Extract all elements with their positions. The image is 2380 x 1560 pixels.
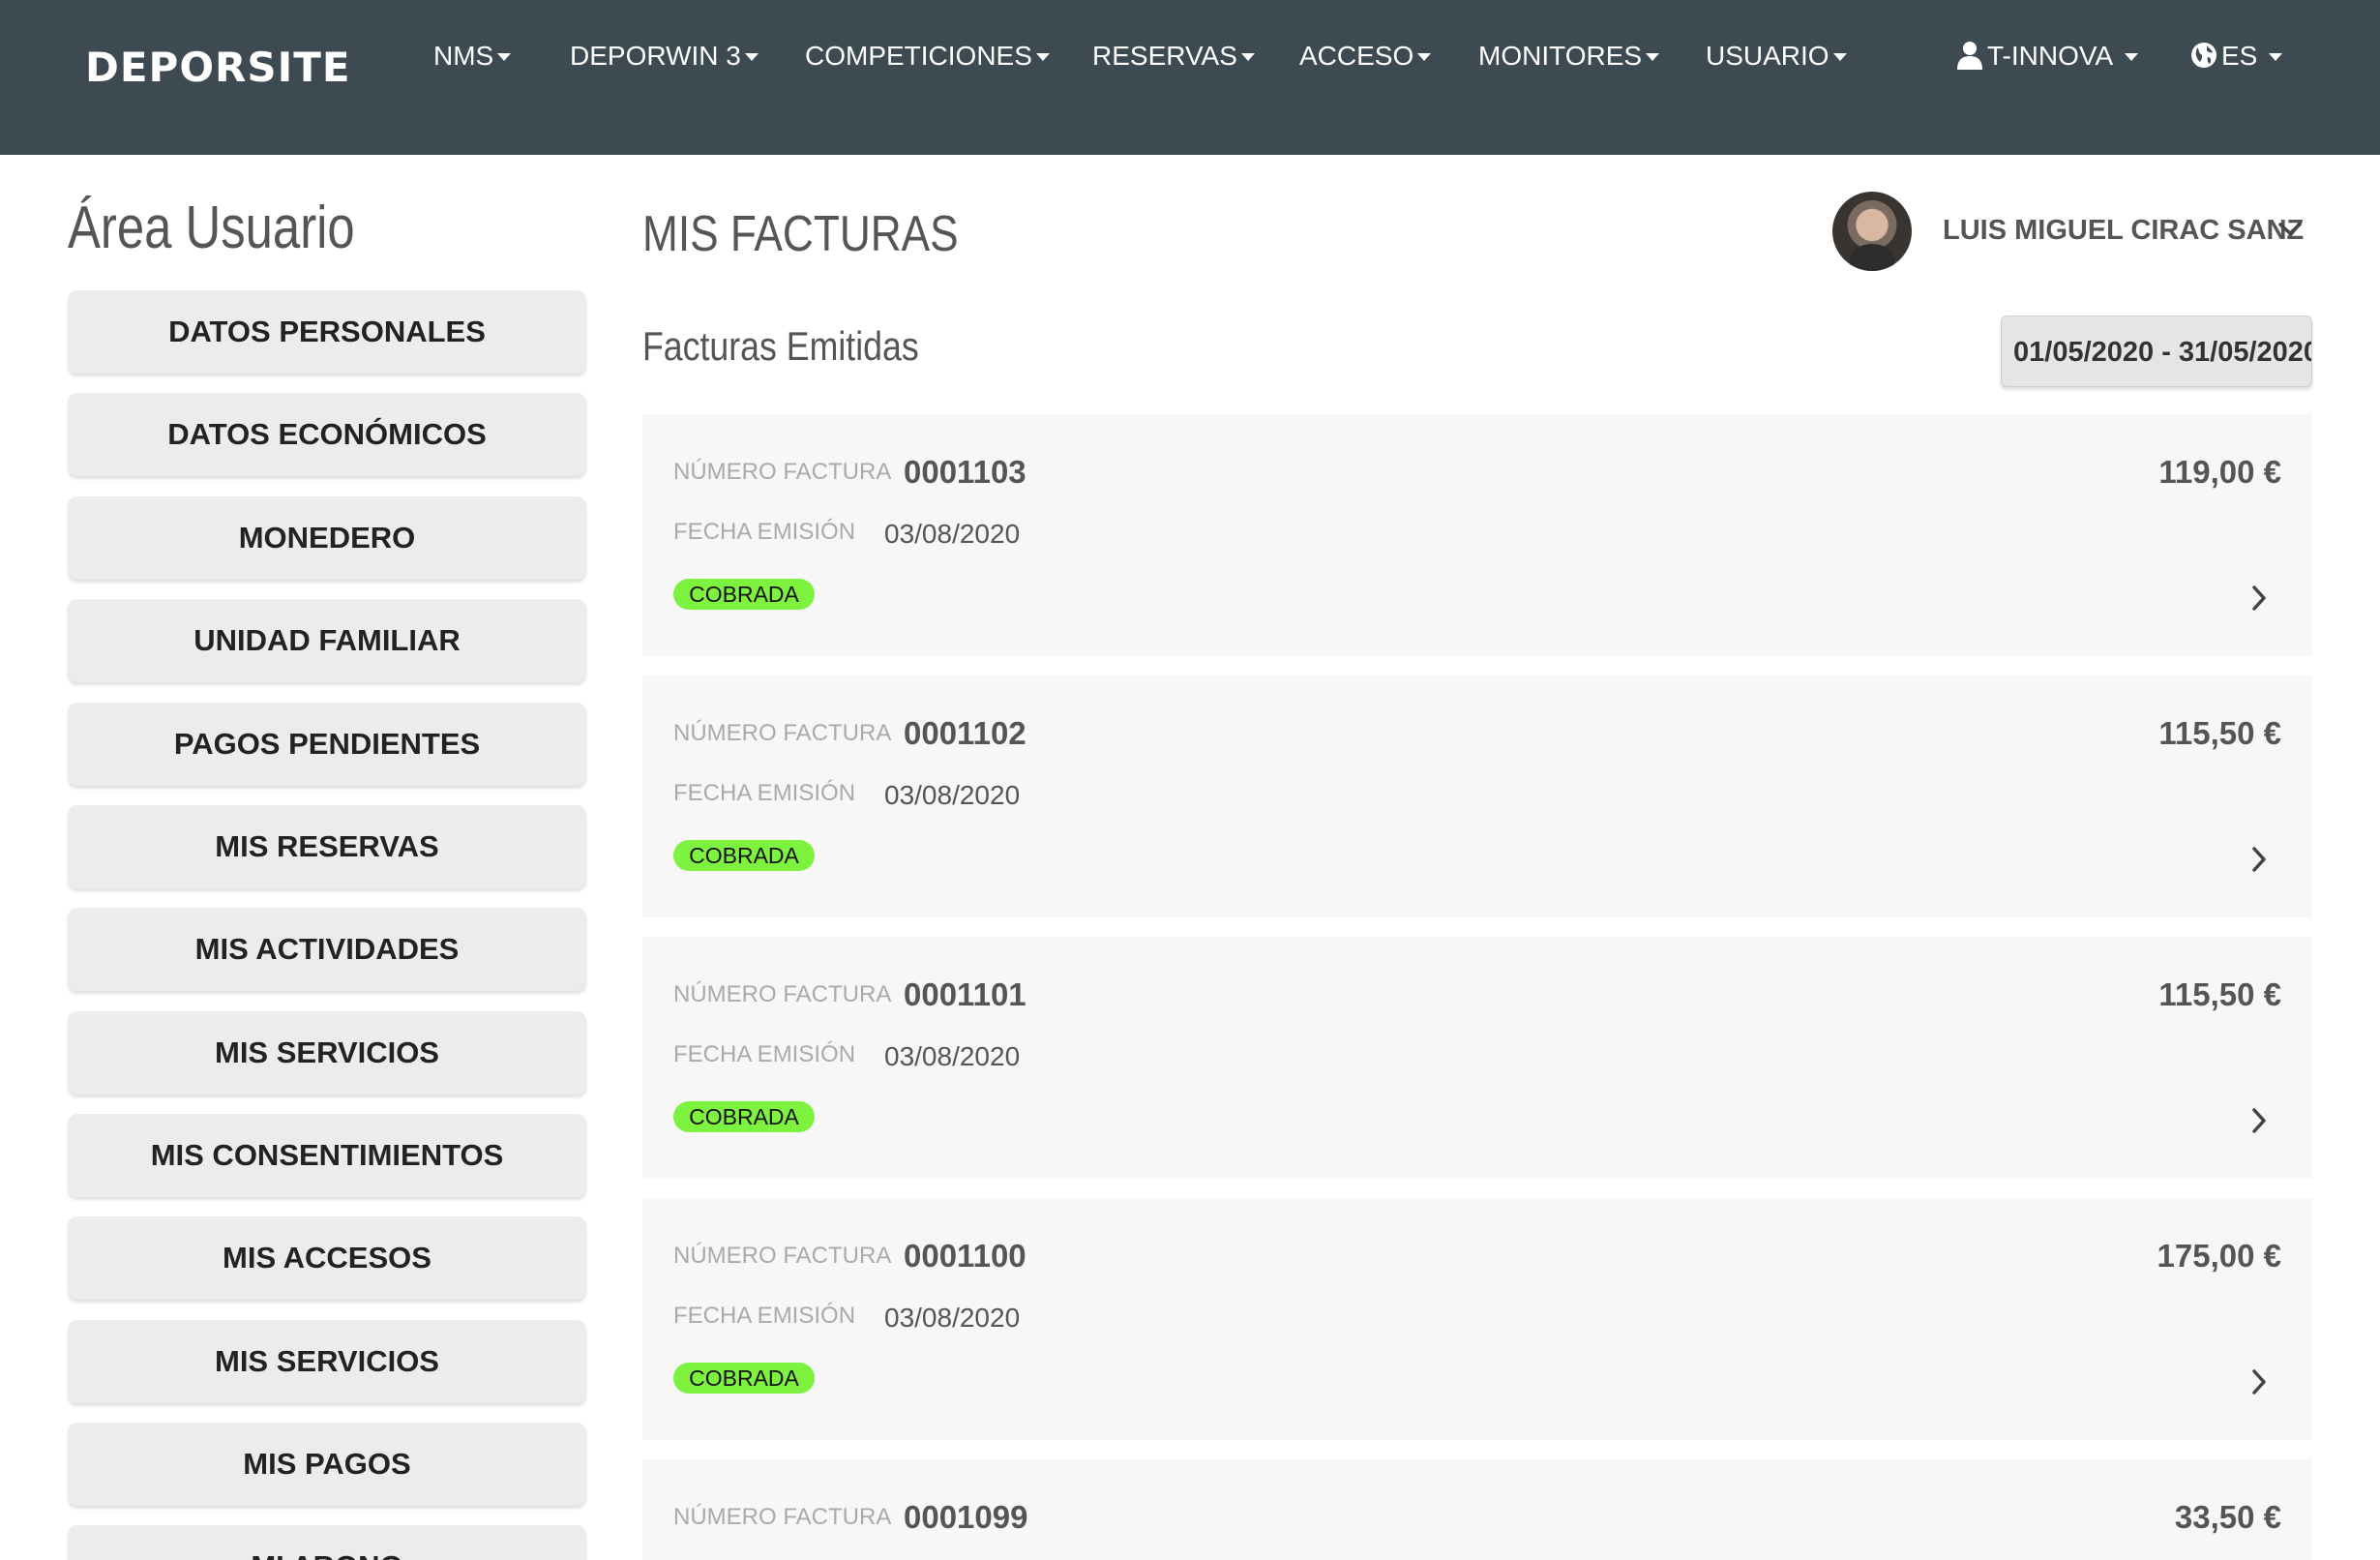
invoice-card[interactable]: NÚMERO FACTURA 0001103 FECHA EMISIÓN 03/… (642, 414, 2312, 656)
avatar (1832, 192, 1912, 271)
caret-down-icon (1832, 52, 1847, 61)
nav-menu-label: COMPETICIONES (805, 41, 1032, 71)
caret-down-icon (1035, 52, 1050, 61)
status-badge: COBRADA (673, 1363, 815, 1394)
brand-logo[interactable]: DEPORSITE (85, 43, 351, 93)
nav-menu-label: MONITORES (1478, 41, 1643, 71)
nav-menu-label: DEPORWIN 3 (570, 41, 741, 71)
globe-icon (2191, 42, 2216, 68)
invoice-card[interactable]: NÚMERO FACTURA 0001102 FECHA EMISIÓN 03/… (642, 675, 2312, 917)
nav-menu-label: USUARIO (1706, 41, 1830, 71)
invoice-amount: 33,50 € (2174, 1499, 2281, 1535)
user-icon (1957, 41, 1982, 70)
invoice-amount: 115,50 € (2158, 976, 2281, 1012)
invoice-amount: 115,50 € (2158, 715, 2281, 751)
sidebar-item-pagos-pendientes[interactable]: PAGOS PENDIENTES (68, 703, 586, 786)
invoice-number-label: NÚMERO FACTURA (673, 720, 892, 746)
invoice-card[interactable]: NÚMERO FACTURA 0001100 FECHA EMISIÓN 03/… (642, 1198, 2312, 1440)
invoice-number-label: NÚMERO FACTURA (673, 1504, 892, 1530)
invoice-card[interactable]: NÚMERO FACTURA 0001099 33,50 € (642, 1459, 2312, 1560)
status-badge: COBRADA (673, 840, 815, 871)
sidebar-item-mis-servicios[interactable]: MIS SERVICIOS (68, 1011, 586, 1095)
sidebar-item-mis-accesos[interactable]: MIS ACCESOS (68, 1216, 586, 1300)
invoice-number-label: NÚMERO FACTURA (673, 981, 892, 1007)
nav-language-menu[interactable]: ES (2190, 37, 2283, 75)
nav-menu-label: RESERVAS (1092, 41, 1237, 71)
issue-date-label: FECHA EMISIÓN (673, 1303, 856, 1329)
nav-menu-label: ACCESO (1299, 41, 1414, 71)
issue-date: 03/08/2020 (884, 1041, 1021, 1071)
invoice-number: 0001099 (904, 1499, 1028, 1535)
caret-down-icon (1646, 52, 1660, 61)
issue-date: 03/08/2020 (884, 780, 1021, 810)
nav-menu-nms[interactable]: NMS (433, 37, 512, 75)
sidebar-title: Área Usuario (68, 195, 355, 261)
nav-menu-monitores[interactable]: MONITORES (1478, 37, 1660, 75)
sidebar-item-mis-consentimientos[interactable]: MIS CONSENTIMIENTOS (68, 1114, 586, 1197)
invoice-amount: 175,00 € (2157, 1238, 2281, 1274)
account-label: T-INNOVA (1987, 41, 2114, 71)
sidebar-item-monedero[interactable]: MONEDERO (68, 496, 586, 580)
chevron-right-icon[interactable] (2250, 846, 2268, 873)
sidebar-item-unidad-familiar[interactable]: UNIDAD FAMILIAR (68, 599, 586, 682)
nav-menu-acceso[interactable]: ACCESO (1299, 37, 1432, 75)
issue-date-label: FECHA EMISIÓN (673, 780, 856, 806)
invoice-number-label: NÚMERO FACTURA (673, 1243, 892, 1269)
caret-down-icon (497, 52, 512, 61)
invoice-number: 0001102 (904, 715, 1026, 751)
caret-down-icon (1240, 52, 1255, 61)
chevron-right-icon[interactable] (2250, 1368, 2268, 1395)
invoice-number: 0001100 (904, 1238, 1026, 1274)
issue-date-label: FECHA EMISIÓN (673, 1041, 856, 1067)
top-navbar: DEPORSITE NMS DEPORWIN 3 COMPETICIONES R… (0, 0, 2380, 155)
user-profile-dropdown[interactable]: LUIS MIGUEL CIRAC SANZ (1832, 190, 2314, 273)
section-title: Facturas Emitidas (642, 323, 919, 369)
nav-account-menu[interactable]: T-INNOVA (1956, 37, 2139, 75)
caret-down-icon (2269, 52, 2283, 61)
date-range-picker[interactable]: 01/05/2020 - 31/05/2020 (2001, 315, 2312, 387)
sidebar-item-datos-economicos[interactable]: DATOS ECONÓMICOS (68, 393, 586, 476)
issue-date: 03/08/2020 (884, 1303, 1021, 1333)
nav-menu-usuario[interactable]: USUARIO (1706, 37, 1847, 75)
sidebar-item-mis-actividades[interactable]: MIS ACTIVIDADES (68, 908, 586, 991)
invoice-card[interactable]: NÚMERO FACTURA 0001101 FECHA EMISIÓN 03/… (642, 937, 2312, 1179)
sidebar-item-mi-abono[interactable]: MI ABONO (68, 1525, 586, 1560)
chevron-right-icon[interactable] (2250, 585, 2268, 612)
chevron-down-icon (2278, 223, 2302, 235)
invoice-number: 0001103 (904, 454, 1026, 490)
sidebar-item-mis-pagos[interactable]: MIS PAGOS (68, 1423, 586, 1506)
invoice-amount: 119,00 € (2158, 454, 2281, 490)
chevron-right-icon[interactable] (2250, 1107, 2268, 1134)
nav-menu-competiciones[interactable]: COMPETICIONES (805, 37, 1050, 75)
issue-date: 03/08/2020 (884, 519, 1021, 549)
user-name: LUIS MIGUEL CIRAC SANZ (1943, 215, 2305, 246)
caret-down-icon (1417, 52, 1432, 61)
invoice-number-label: NÚMERO FACTURA (673, 459, 892, 485)
nav-menu-reservas[interactable]: RESERVAS (1092, 37, 1255, 75)
sidebar-item-datos-personales[interactable]: DATOS PERSONALES (68, 290, 586, 374)
caret-down-icon (2125, 52, 2139, 61)
nav-menu-deporwin[interactable]: DEPORWIN 3 (570, 37, 759, 75)
status-badge: COBRADA (673, 1101, 815, 1132)
invoice-number: 0001101 (904, 976, 1026, 1012)
page-title: MIS FACTURAS (642, 206, 959, 262)
sidebar-item-mis-servicios-2[interactable]: MIS SERVICIOS (68, 1320, 586, 1403)
status-badge: COBRADA (673, 579, 815, 610)
issue-date-label: FECHA EMISIÓN (673, 519, 856, 545)
sidebar-item-mis-reservas[interactable]: MIS RESERVAS (68, 805, 586, 888)
language-label: ES (2221, 41, 2258, 71)
nav-menu-label: NMS (433, 41, 494, 71)
caret-down-icon (744, 52, 759, 61)
